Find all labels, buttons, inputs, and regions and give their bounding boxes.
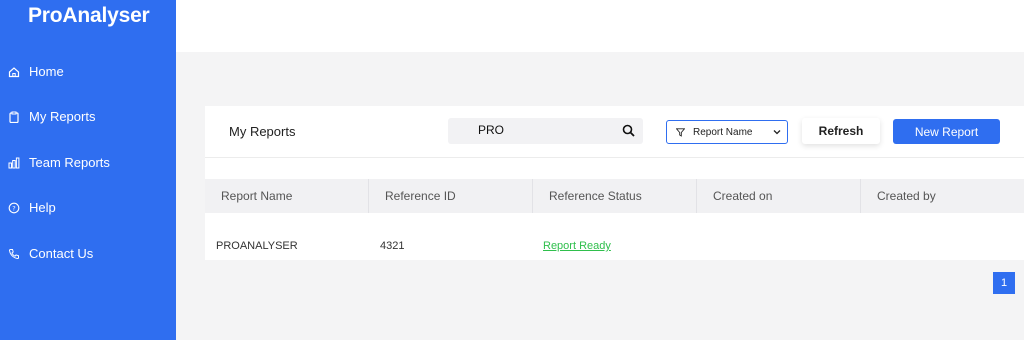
sidebar-item-label: Contact Us (29, 246, 94, 261)
search-input[interactable] (478, 123, 618, 137)
sidebar-item-label: Home (29, 64, 64, 79)
sidebar-item-my-reports[interactable]: My Reports (8, 109, 95, 124)
sidebar: ProAnalyser Home My Reports Team Reports… (0, 0, 176, 340)
sidebar-item-label: Help (29, 200, 56, 215)
filter-select[interactable]: Report Name (666, 120, 788, 144)
column-divider (368, 179, 369, 213)
table-header: Report Name Reference ID Reference Statu… (205, 179, 1024, 213)
column-divider (860, 179, 861, 213)
new-report-button[interactable]: New Report (893, 119, 1000, 144)
column-divider (532, 179, 533, 213)
cell-report-name: PROANALYSER (216, 240, 298, 252)
table-row[interactable]: PROANALYSER 4321 Report Ready (205, 213, 1024, 260)
chevron-down-icon (773, 128, 781, 136)
sidebar-item-help[interactable]: ? Help (8, 200, 56, 215)
search-icon[interactable] (622, 124, 635, 137)
svg-text:?: ? (12, 204, 15, 212)
phone-icon (8, 248, 20, 260)
app-logo: ProAnalyser (28, 4, 150, 27)
cell-reference-id: 4321 (380, 240, 405, 252)
search-box[interactable] (448, 118, 643, 144)
divider (205, 157, 1024, 158)
top-bar (176, 0, 1024, 52)
sidebar-item-label: Team Reports (29, 155, 110, 170)
page-title: My Reports (229, 124, 296, 139)
sidebar-item-home[interactable]: Home (8, 64, 64, 79)
column-header-created-on: Created on (713, 189, 773, 203)
pagination-page-button[interactable]: 1 (993, 272, 1015, 294)
sidebar-item-contact-us[interactable]: Contact Us (8, 246, 93, 261)
column-header-reference-status: Reference Status (549, 189, 642, 203)
column-header-created-by: Created by (877, 189, 936, 203)
reports-card: My Reports Report Name Refresh New Repor… (205, 106, 1024, 260)
help-icon: ? (8, 202, 20, 214)
sidebar-item-team-reports[interactable]: Team Reports (8, 155, 110, 170)
column-header-report-name: Report Name (221, 189, 293, 203)
bar-chart-icon (8, 157, 20, 169)
sidebar-item-label: My Reports (29, 109, 96, 124)
refresh-button[interactable]: Refresh (802, 118, 880, 144)
filter-selected-label: Report Name (693, 126, 753, 138)
funnel-icon (675, 127, 686, 137)
home-icon (8, 66, 20, 78)
clipboard-icon (8, 111, 20, 123)
status-link[interactable]: Report Ready (543, 240, 611, 252)
column-divider (696, 179, 697, 213)
column-header-reference-id: Reference ID (385, 189, 456, 203)
